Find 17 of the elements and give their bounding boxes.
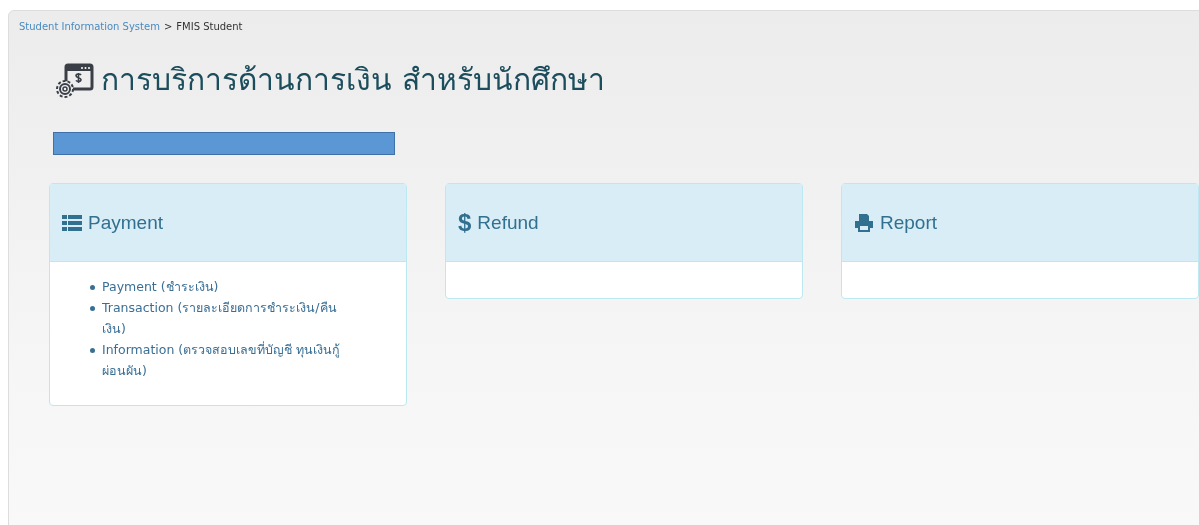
finance-settings-icon (55, 61, 95, 98)
list-icon (62, 214, 82, 231)
bullet-icon (90, 348, 95, 353)
printer-icon (854, 213, 874, 232)
dollar-icon: $ (458, 210, 472, 235)
menu-link[interactable]: Payment (ชำระเงิน) (102, 276, 357, 297)
breadcrumb-separator: > (163, 21, 173, 32)
panel-title: Payment (88, 211, 163, 234)
menu-link[interactable]: Transaction (รายละเอียดการชำระเงิน/คืนเงิน) (102, 297, 357, 339)
bullet-icon (90, 306, 95, 311)
bullet-icon (90, 285, 95, 290)
menu-link[interactable]: Information (ตรวจสอบเลขที่บัญชี ทุนเงินกู้ ผ่อนผัน) (102, 339, 357, 381)
breadcrumb-link[interactable]: Student Information System (19, 21, 160, 32)
page-title: การบริการด้านการเงิน สำหรับนักศึกษา (101, 61, 605, 99)
panel-title: Refund (477, 211, 539, 234)
breadcrumb-current: FMIS Student (176, 21, 243, 32)
panel-title: Report (880, 211, 938, 234)
